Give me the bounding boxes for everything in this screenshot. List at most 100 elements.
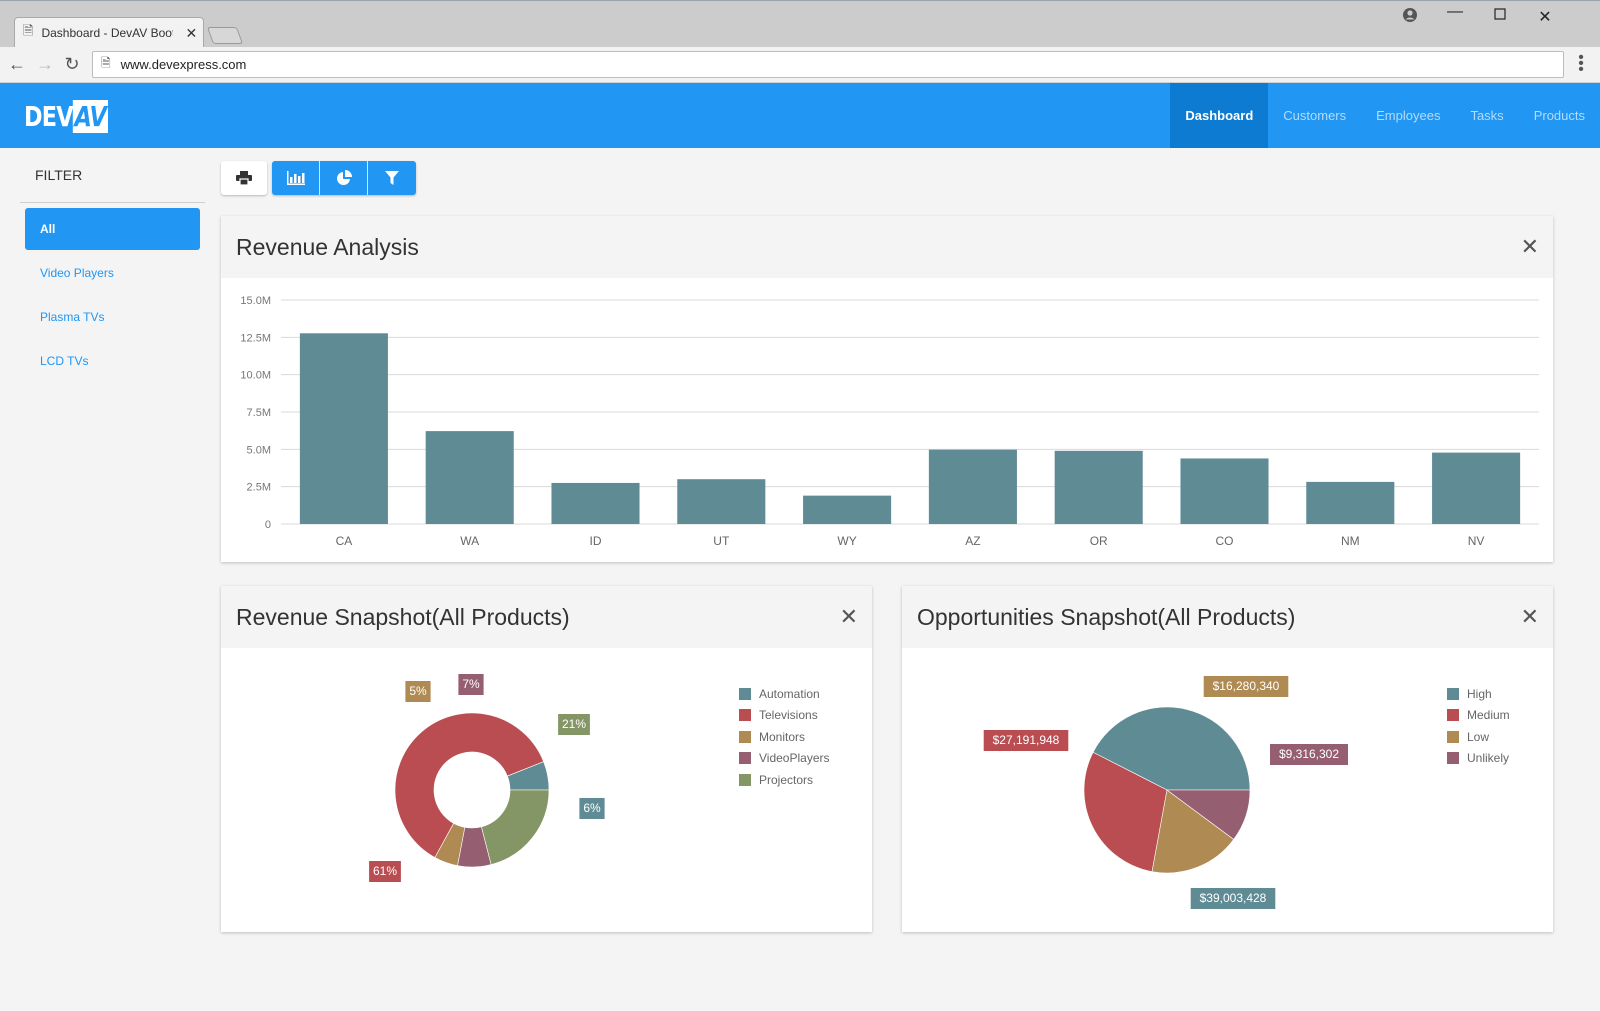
back-icon[interactable]: ← xyxy=(6,54,28,75)
bar-wy[interactable] xyxy=(803,495,892,524)
close-window-icon[interactable]: ✕ xyxy=(1530,7,1560,27)
close-icon[interactable]: ✕ xyxy=(1521,605,1539,630)
legend-item[interactable]: Low xyxy=(1447,726,1510,748)
bar-ca[interactable] xyxy=(299,333,388,524)
filter-item-all[interactable]: All xyxy=(25,208,200,250)
logo-dev: DEV xyxy=(24,100,74,133)
filter-button[interactable] xyxy=(368,161,416,195)
bar-chart-button[interactable] xyxy=(272,161,320,195)
legend-item[interactable]: Medium xyxy=(1447,705,1510,727)
pie-chart-button[interactable] xyxy=(320,161,368,195)
bar-az[interactable] xyxy=(928,449,1017,524)
filter-item-video-players[interactable]: Video Players xyxy=(25,252,200,294)
browser-titlebar: 🗎 Dashboard - DevAV Boot ✕ — ✕ xyxy=(0,0,1600,48)
x-tick-label: UT xyxy=(713,534,730,548)
y-tick-label: 5.0M xyxy=(247,444,271,456)
top-nav: Dashboard Customers Employees Tasks Prod… xyxy=(1170,83,1600,148)
page-icon: 🗎 xyxy=(23,23,34,38)
legend-item[interactable]: VideoPlayers xyxy=(739,748,830,770)
app-header: DEVAV Dashboard Customers Employees Task… xyxy=(0,83,1600,148)
card-title: Revenue Analysis xyxy=(236,233,419,260)
address-bar-area: ← → ↻ 🗎 www.devexpress.com • • • xyxy=(0,47,1600,83)
bar-nm[interactable] xyxy=(1306,481,1395,524)
legend-item[interactable]: Projectors xyxy=(739,769,830,791)
logo[interactable]: DEVAV xyxy=(24,100,108,133)
nav-products[interactable]: Products xyxy=(1519,83,1600,148)
card-title: Opportunities Snapshot(All Products) xyxy=(917,603,1296,630)
legend-label: Unlikely xyxy=(1467,751,1510,766)
legend-item[interactable]: Monitors xyxy=(739,726,830,748)
bar-chart-icon xyxy=(286,171,305,185)
data-label-text: 6% xyxy=(583,801,601,815)
close-icon[interactable]: ✕ xyxy=(840,605,858,630)
nav-dashboard[interactable]: Dashboard xyxy=(1170,83,1269,148)
url-input[interactable]: 🗎 www.devexpress.com xyxy=(92,51,1564,78)
legend-item[interactable]: Unlikely xyxy=(1447,748,1510,770)
legend-label: Monitors xyxy=(759,729,806,744)
view-button-group xyxy=(272,161,416,195)
x-tick-label: CA xyxy=(336,534,353,548)
legend-swatch xyxy=(739,730,751,743)
minimize-icon[interactable]: — xyxy=(1440,3,1470,21)
data-label: 7% xyxy=(458,674,484,695)
close-icon[interactable]: ✕ xyxy=(1521,235,1539,260)
y-tick-label: 12.5M xyxy=(240,332,271,344)
card-title: Revenue Snapshot(All Products) xyxy=(236,603,570,630)
browser-menu-icon[interactable]: • • • xyxy=(1576,50,1586,78)
y-tick-label: 0 xyxy=(265,519,271,531)
bar-id[interactable] xyxy=(551,482,640,524)
legend-item[interactable]: Televisions xyxy=(739,705,830,727)
x-tick-label: OR xyxy=(1090,534,1108,548)
bar-wa[interactable] xyxy=(425,431,514,524)
data-label-text: $9,316,302 xyxy=(1279,747,1339,761)
nav-employees[interactable]: Employees xyxy=(1361,83,1455,148)
tab-title: Dashboard - DevAV Boot xyxy=(41,26,174,40)
legend-item[interactable]: High xyxy=(1447,683,1510,705)
revenue-legend: Automation Televisions Monitors VideoPlayer… xyxy=(739,683,830,791)
filter-sidebar: FILTER All Video Players Plasma TVs LCD … xyxy=(20,148,205,382)
browser-tab[interactable]: 🗎 Dashboard - DevAV Boot ✕ xyxy=(14,17,204,48)
opportunities-snapshot-card: Opportunities Snapshot(All Products) ✕ $… xyxy=(902,586,1553,932)
card-header: Revenue Snapshot(All Products) ✕ xyxy=(221,586,872,648)
data-label-text: 7% xyxy=(462,677,480,691)
y-tick-label: 10.0M xyxy=(240,370,271,382)
bar-or[interactable] xyxy=(1054,450,1143,524)
bar-co[interactable] xyxy=(1180,458,1269,524)
legend-label: Automation xyxy=(759,686,820,701)
legend-label: High xyxy=(1467,686,1492,701)
print-button[interactable] xyxy=(221,161,267,195)
slice-projectors[interactable] xyxy=(481,789,550,865)
bar-nv[interactable] xyxy=(1432,452,1521,524)
profile-icon[interactable] xyxy=(1395,7,1425,28)
data-label: $39,003,428 xyxy=(1190,888,1276,909)
nav-tasks[interactable]: Tasks xyxy=(1455,83,1518,148)
y-tick-label: 15.0M xyxy=(240,295,271,307)
maximize-icon[interactable] xyxy=(1485,7,1515,25)
data-label: $27,191,948 xyxy=(983,730,1069,751)
new-tab-button[interactable] xyxy=(206,27,244,44)
bar-ut[interactable] xyxy=(677,479,766,524)
filter-item-lcd-tvs[interactable]: LCD TVs xyxy=(25,340,200,382)
legend-item[interactable]: Automation xyxy=(739,683,830,705)
forward-icon[interactable]: → xyxy=(34,54,56,75)
tab-close-icon[interactable]: ✕ xyxy=(185,25,197,42)
legend-swatch xyxy=(739,773,751,786)
data-label-text: $27,191,948 xyxy=(993,733,1060,747)
data-label: $16,280,340 xyxy=(1203,676,1289,697)
filter-item-plasma-tvs[interactable]: Plasma TVs xyxy=(25,296,200,338)
data-label-text: $16,280,340 xyxy=(1213,679,1280,693)
revenue-analysis-card: Revenue Analysis ✕ 0 2.5M 5.0M 7.5M 10.0M 12.… xyxy=(221,216,1553,562)
legend-swatch xyxy=(739,687,751,700)
toolbar xyxy=(221,161,416,195)
filter-title: FILTER xyxy=(20,148,205,203)
opportunities-legend: High Medium Low Unlikely xyxy=(1447,683,1510,769)
reload-icon[interactable]: ↻ xyxy=(61,54,83,75)
x-tick-label: ID xyxy=(590,534,602,548)
revenue-snapshot-card: Revenue Snapshot(All Products) ✕ 6% 61% 5%… xyxy=(221,586,872,932)
x-tick-label: AZ xyxy=(965,534,980,548)
data-label: 5% xyxy=(405,681,431,702)
revenue-bar-chart: 0 2.5M 5.0M 7.5M 10.0M 12.5M 15.0M CA WA ID UT WY AZ… xyxy=(240,295,1539,548)
nav-customers[interactable]: Customers xyxy=(1268,83,1361,148)
data-label-text: $39,003,428 xyxy=(1200,891,1267,905)
page-icon: 🗎 xyxy=(101,56,111,70)
